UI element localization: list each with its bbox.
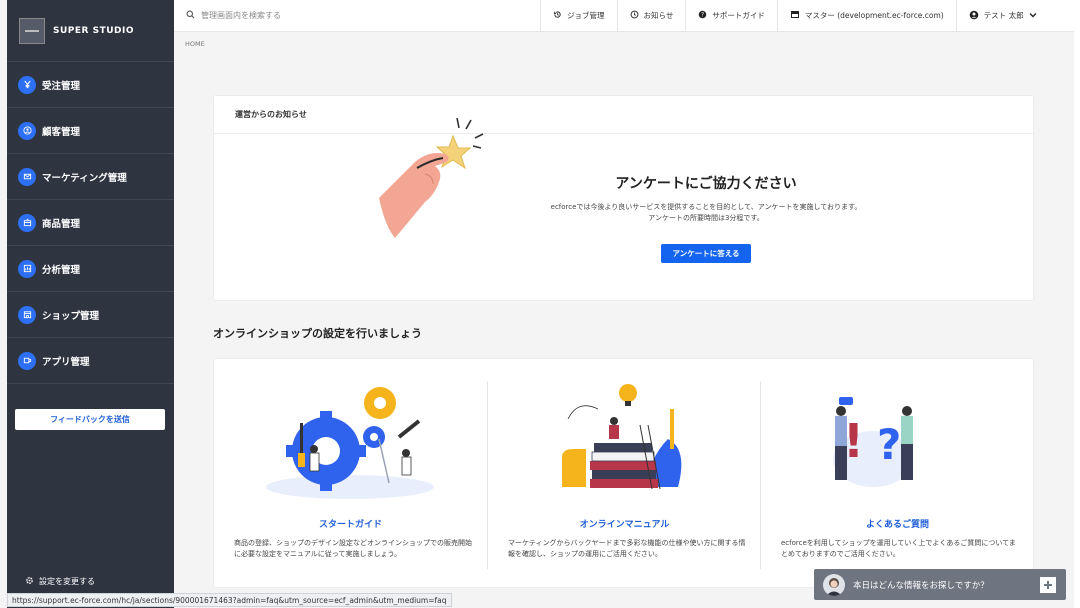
sidebar-item-shop[interactable]: ショップ管理 bbox=[7, 292, 174, 338]
gears-illustration bbox=[266, 387, 434, 499]
feedback-button[interactable]: フィードバックを送信 bbox=[15, 409, 165, 430]
user-menu[interactable]: テスト 太郎 bbox=[955, 0, 1049, 32]
chevron-down-icon bbox=[1029, 11, 1037, 20]
online-manual-link[interactable]: オンラインマニュアル bbox=[488, 517, 761, 530]
svg-text:?: ? bbox=[877, 420, 901, 469]
sidebar-item-label: 受注管理 bbox=[42, 80, 81, 92]
master-shop-label: マスター (development.ec-force.com) bbox=[804, 11, 944, 20]
sidebar-item-customers[interactable]: 顧客管理 bbox=[7, 108, 174, 154]
sidebar-item-products[interactable]: 商品管理 bbox=[7, 200, 174, 246]
user-name: テスト 太郎 bbox=[983, 11, 1024, 20]
sidebar-item-label: 分析管理 bbox=[42, 264, 81, 276]
mail-icon bbox=[18, 167, 36, 186]
sidebar-item-label: アプリ管理 bbox=[42, 356, 90, 368]
notice-card: 運営からのお知らせ アンケートにご協力ください ecforceでは今後より良いサ… bbox=[213, 95, 1034, 301]
faq-column: ! ? よくあるご質問 ecforceを利用してショップを運用していく上でよくあ… bbox=[761, 359, 1034, 589]
setup-heading: オンラインショップの設定を行いましょう bbox=[213, 327, 422, 340]
survey-description-line-2: アンケートの所要時間は3分程です。 bbox=[648, 214, 764, 222]
box-icon bbox=[18, 213, 36, 232]
survey-description: ecforceでは今後より良いサービスを提供することを目的として、アンケートを実… bbox=[506, 202, 906, 224]
sidebar: SUPER STUDIO 受注管理 顧客管理 マーケティング管理 商品管理 分析… bbox=[7, 0, 174, 608]
setup-card: スタートガイド 商品の登録、ショップのデザイン設定などオンラインショップでの販売… bbox=[213, 358, 1034, 588]
main-content: 運営からのお知らせ アンケートにご協力ください ecforceでは今後より良いサ… bbox=[174, 57, 1074, 608]
notice-header: 運営からのお知らせ bbox=[214, 96, 1033, 134]
svg-text:?: ? bbox=[701, 13, 704, 19]
start-guide-link[interactable]: スタートガイド bbox=[214, 517, 487, 530]
chat-widget[interactable]: 本日はどんな情報をお探しですか？ bbox=[814, 569, 1066, 600]
online-manual-column: オンラインマニュアル マーケティングからバックヤードまで多彩な機能の仕様や使い方… bbox=[488, 359, 761, 589]
breadcrumb[interactable]: HOME bbox=[185, 40, 205, 48]
yen-icon bbox=[18, 75, 36, 94]
account-icon bbox=[969, 10, 979, 22]
question-marks-illustration: ! ? bbox=[833, 397, 913, 487]
sidebar-item-label: ショップ管理 bbox=[42, 310, 100, 322]
sidebar-item-apps[interactable]: アプリ管理 bbox=[7, 338, 174, 384]
chat-prompt: 本日はどんな情報をお探しですか？ bbox=[853, 580, 989, 591]
shop-icon bbox=[18, 305, 36, 324]
brand-logo-icon bbox=[19, 17, 45, 44]
user-icon bbox=[18, 121, 36, 140]
sidebar-item-marketing[interactable]: マーケティング管理 bbox=[7, 154, 174, 200]
brand[interactable]: SUPER STUDIO bbox=[7, 0, 174, 62]
plus-icon[interactable] bbox=[1040, 576, 1056, 593]
news-link[interactable]: お知らせ bbox=[616, 0, 686, 32]
link-status-bar: https://support.ec-force.com/hc/ja/secti… bbox=[7, 593, 452, 607]
support-guide-label: サポートガイド bbox=[712, 11, 765, 20]
settings-link[interactable]: 設定を変更する bbox=[25, 576, 95, 587]
master-shop-link[interactable]: マスター (development.ec-force.com) bbox=[776, 0, 956, 32]
gear-icon bbox=[25, 576, 34, 587]
search-input[interactable] bbox=[201, 11, 521, 20]
faq-description: ecforceを利用してショップを運用していく上でよくあるご質問についてまとめて… bbox=[781, 539, 1016, 558]
hand-holding-star-illustration bbox=[379, 117, 484, 238]
sidebar-item-label: 顧客管理 bbox=[42, 126, 81, 138]
chart-icon bbox=[18, 259, 36, 278]
history-icon bbox=[553, 10, 562, 21]
survey-title: アンケートにご協力ください bbox=[615, 176, 797, 192]
clock-icon bbox=[630, 10, 639, 21]
answer-survey-button[interactable]: アンケートに答える bbox=[661, 244, 751, 263]
faq-link[interactable]: よくあるご質問 bbox=[761, 517, 1034, 530]
sidebar-item-orders[interactable]: 受注管理 bbox=[7, 62, 174, 108]
settings-label: 設定を変更する bbox=[39, 577, 95, 586]
help-icon: ? bbox=[698, 10, 707, 21]
start-guide-column: スタートガイド 商品の登録、ショップのデザイン設定などオンラインショップでの販売… bbox=[214, 359, 487, 589]
sidebar-item-label: マーケティング管理 bbox=[42, 172, 127, 184]
app-icon bbox=[18, 351, 36, 370]
top-bar: ジョブ管理 お知らせ ? サポートガイド マスター (development.e… bbox=[174, 0, 1074, 32]
news-label: お知らせ bbox=[643, 11, 674, 20]
scrollbar[interactable] bbox=[1074, 0, 1080, 608]
support-avatar bbox=[823, 573, 845, 596]
start-guide-description: 商品の登録、ショップのデザイン設定などオンラインショップでの販売開始に必要な設定… bbox=[234, 539, 472, 558]
sidebar-item-label: 商品管理 bbox=[42, 218, 81, 230]
online-manual-description: マーケティングからバックヤードまで多彩な機能の仕様や使い方に関する情報を確認し、… bbox=[508, 539, 746, 558]
store-icon bbox=[790, 10, 800, 21]
job-management-link[interactable]: ジョブ管理 bbox=[540, 0, 617, 32]
search-icon bbox=[186, 10, 195, 22]
brand-name: SUPER STUDIO bbox=[53, 25, 134, 36]
survey-description-line-1: ecforceでは今後より良いサービスを提供することを目的として、アンケートを実… bbox=[550, 203, 862, 211]
search-bar bbox=[174, 0, 540, 32]
sidebar-item-analytics[interactable]: 分析管理 bbox=[7, 246, 174, 292]
support-guide-link[interactable]: ? サポートガイド bbox=[685, 0, 777, 32]
books-illustration bbox=[562, 384, 682, 490]
job-management-label: ジョブ管理 bbox=[567, 11, 605, 20]
